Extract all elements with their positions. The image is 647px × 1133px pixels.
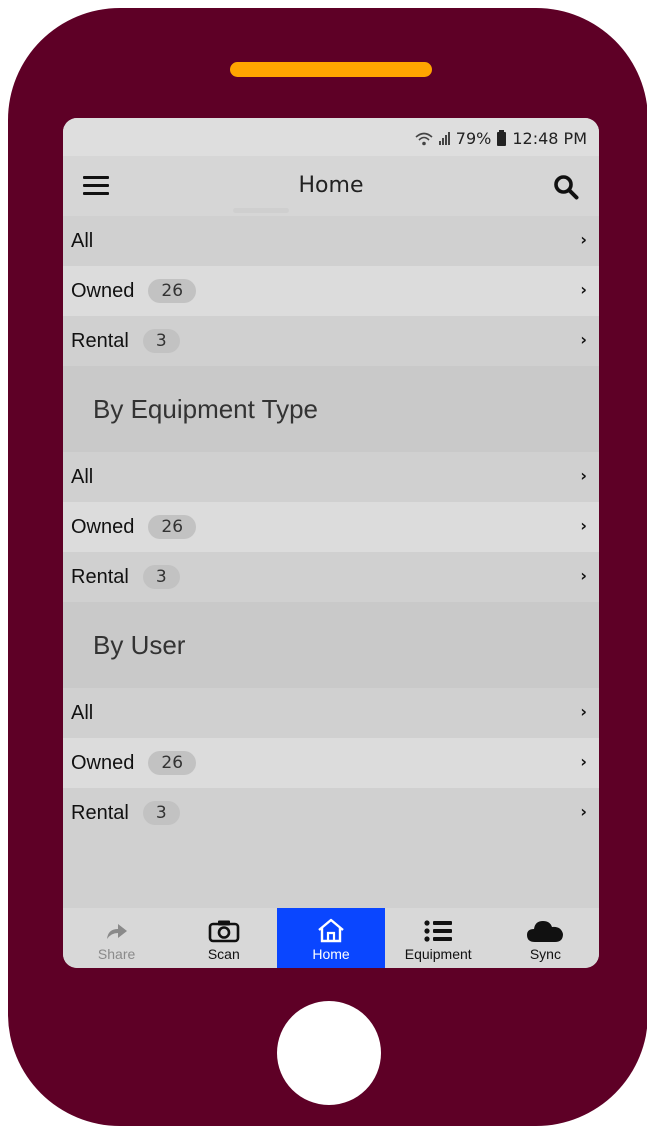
section-header-equipment-type: By Equipment Type: [63, 366, 599, 452]
list-item-all[interactable]: All ›: [63, 452, 599, 502]
chevron-right-icon: ›: [580, 802, 587, 821]
list-item-all[interactable]: All ›: [63, 688, 599, 738]
count-badge: 26: [148, 279, 197, 303]
list-item-rental[interactable]: Rental 3 ›: [63, 552, 599, 602]
tab-label: Scan: [207, 946, 240, 962]
chevron-right-icon: ›: [580, 702, 587, 721]
chevron-right-icon: ›: [580, 230, 587, 249]
list-icon: [424, 920, 453, 942]
list-item-label: All: [71, 229, 94, 252]
phone-speaker: [230, 62, 432, 77]
tab-scan[interactable]: Scan: [170, 908, 277, 968]
camera-icon: [208, 920, 240, 943]
chevron-right-icon: ›: [580, 330, 587, 349]
list-item-owned[interactable]: Owned 26 ›: [63, 738, 599, 788]
list-item-label: All: [71, 701, 94, 724]
list-item-label: Owned: [71, 279, 135, 302]
chevron-right-icon: ›: [580, 516, 587, 535]
section-header-user: By User: [63, 602, 599, 688]
list-item-owned[interactable]: Owned 26 ›: [63, 266, 599, 316]
wifi-icon: [415, 132, 433, 145]
list-item-rental[interactable]: Rental 3 ›: [63, 788, 599, 838]
list-item-rental[interactable]: Rental 3 ›: [63, 316, 599, 366]
tab-label: Equipment: [404, 946, 472, 962]
tab-share[interactable]: Share: [63, 908, 170, 968]
tab-label: Share: [97, 946, 136, 962]
equipment-summary-list: All › Owned 26 › Rental 3 › By Equipment…: [63, 216, 599, 918]
list-item-label: Owned: [71, 515, 135, 538]
chevron-right-icon: ›: [580, 466, 587, 485]
battery-percent: 79%: [455, 129, 492, 148]
list-item-owned[interactable]: Owned 26 ›: [63, 502, 599, 552]
phone-frame: 79% 12:48 PM Home All › Owned 26 › Renta…: [8, 8, 647, 1126]
page-title: Home: [298, 173, 364, 198]
chevron-right-icon: ›: [580, 752, 587, 771]
tab-home[interactable]: Home: [277, 908, 385, 968]
phone-home-button[interactable]: [277, 1001, 381, 1105]
list-empty-space: [63, 838, 599, 918]
count-badge: 26: [148, 515, 197, 539]
bottom-tab-bar: Share Scan Home Equipment Sync: [63, 908, 599, 968]
status-bar: 79% 12:48 PM: [63, 118, 599, 156]
list-item-all[interactable]: All ›: [63, 216, 599, 266]
tab-equipment[interactable]: Equipment: [385, 908, 492, 968]
count-badge: 3: [142, 565, 180, 589]
battery-icon: [497, 129, 507, 146]
chevron-right-icon: ›: [580, 566, 587, 585]
scroll-indicator: [233, 208, 289, 213]
list-item-label: Owned: [71, 751, 135, 774]
list-item-label: Rental: [71, 801, 129, 824]
cloud-icon: [527, 921, 564, 942]
share-icon: [106, 924, 127, 939]
signal-icon: [438, 132, 450, 145]
chevron-right-icon: ›: [580, 280, 587, 299]
app-bar: Home: [63, 156, 599, 216]
list-item-label: All: [71, 465, 94, 488]
search-icon[interactable]: [553, 174, 579, 200]
count-badge: 3: [142, 329, 180, 353]
tab-sync[interactable]: Sync: [492, 908, 599, 968]
home-icon: [318, 918, 344, 943]
count-badge: 3: [142, 801, 180, 825]
count-badge: 26: [148, 751, 197, 775]
status-time: 12:48 PM: [512, 129, 587, 148]
tab-label: Sync: [529, 946, 561, 962]
app-screen: 79% 12:48 PM Home All › Owned 26 › Renta…: [63, 118, 599, 968]
tab-label: Home: [312, 946, 350, 962]
list-item-label: Rental: [71, 565, 129, 588]
list-item-label: Rental: [71, 329, 129, 352]
